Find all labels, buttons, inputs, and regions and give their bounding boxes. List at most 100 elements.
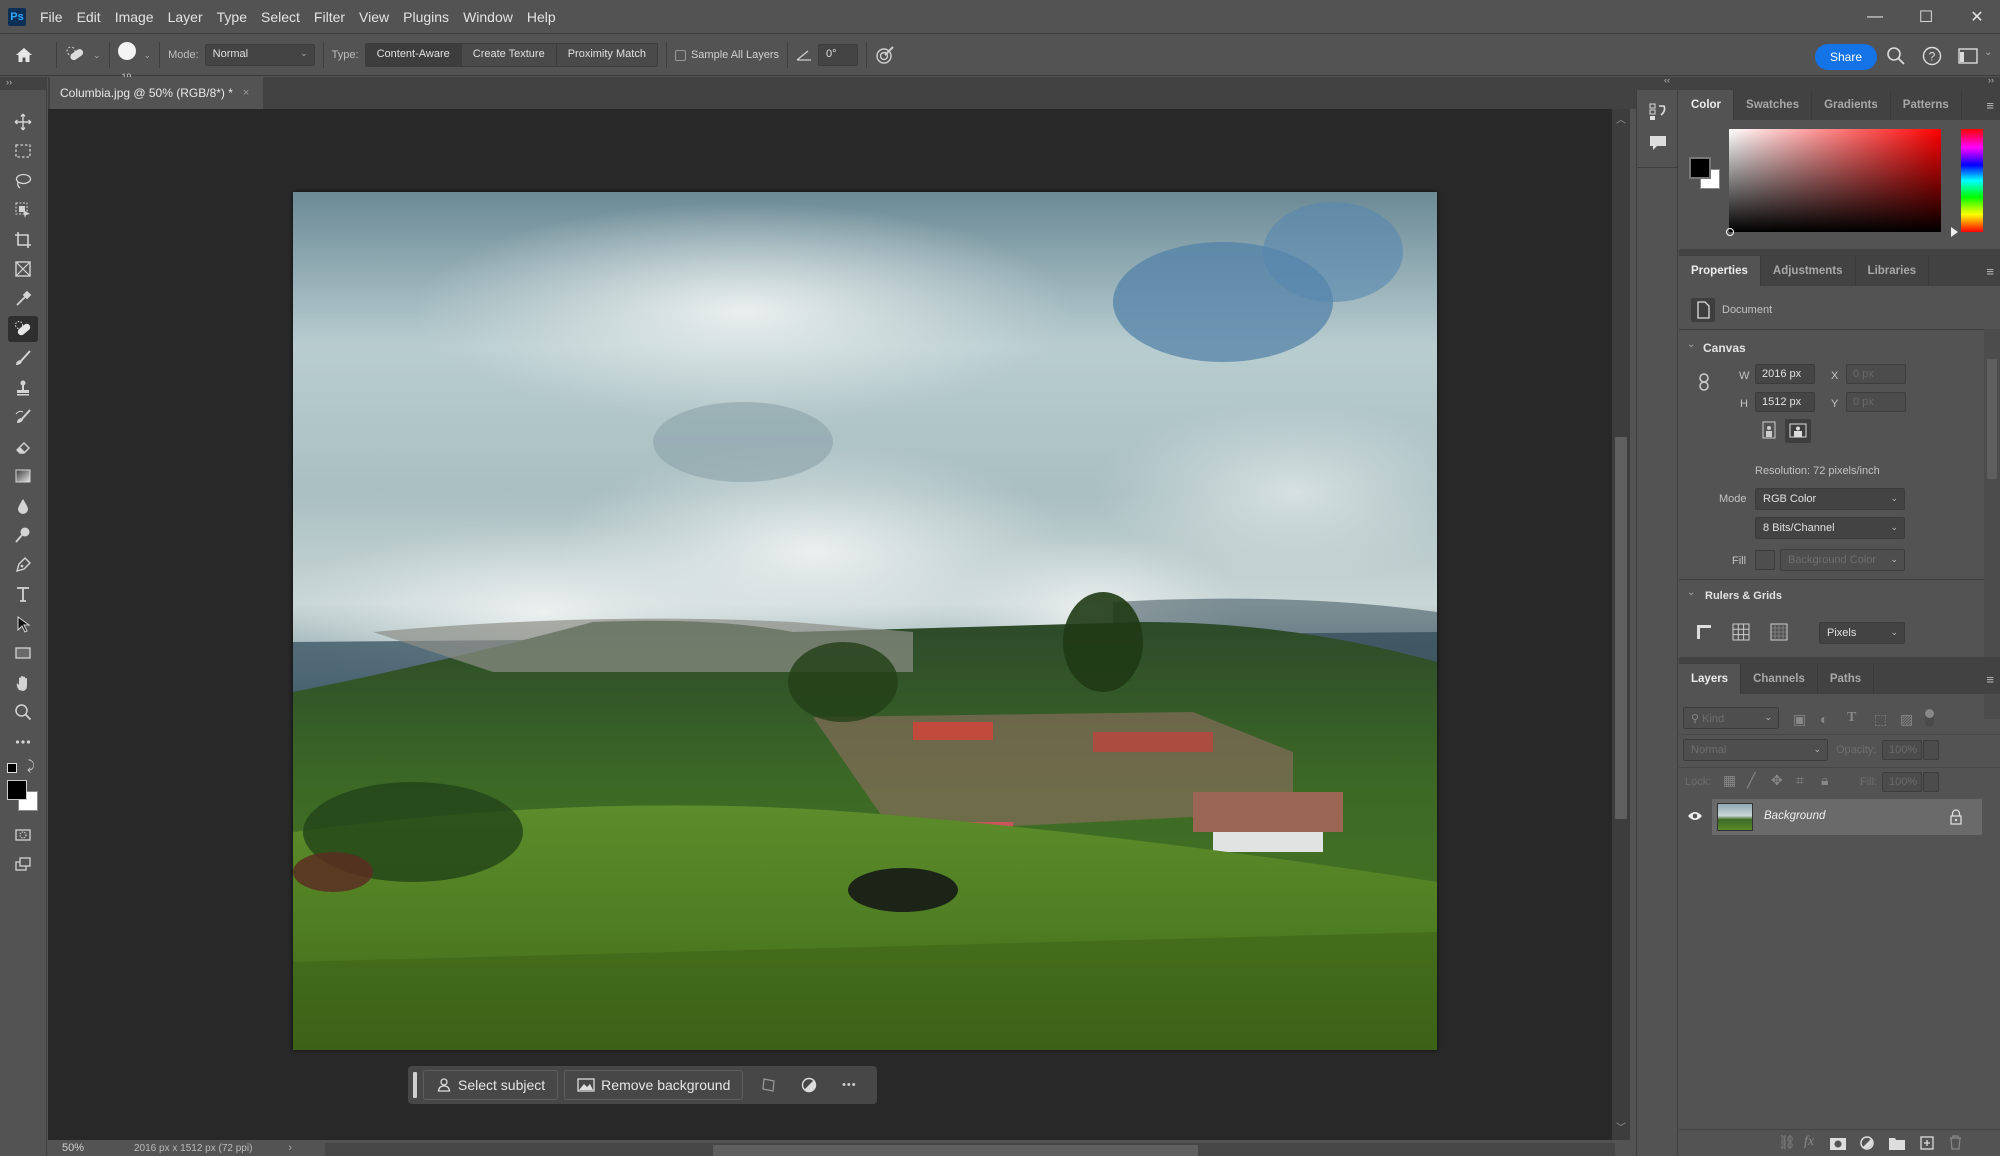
landscape-orientation-button[interactable]: [1785, 419, 1811, 443]
default-colors-icon[interactable]: [7, 763, 17, 773]
maximize-button[interactable]: ☐: [1903, 0, 1949, 34]
remove-background-button[interactable]: Remove background: [564, 1070, 744, 1100]
chevron-down-icon[interactable]: ⌄: [1687, 339, 1695, 350]
tool-edit-toolbar[interactable]: [8, 729, 38, 755]
panel-menu-icon[interactable]: ≡: [1986, 264, 1994, 279]
tool-gradient[interactable]: [8, 463, 38, 489]
tool-hand[interactable]: [8, 670, 38, 696]
tool-brush[interactable]: [8, 345, 38, 371]
menu-file[interactable]: File: [40, 9, 63, 25]
menu-layer[interactable]: Layer: [168, 9, 203, 25]
expand-toolbar-icon[interactable]: ››: [0, 77, 47, 90]
home-button[interactable]: [0, 47, 48, 63]
chevron-down-icon[interactable]: ⌄: [1984, 47, 1992, 58]
panel-menu-icon[interactable]: ≡: [1986, 672, 1994, 687]
menu-view[interactable]: View: [359, 9, 389, 25]
tool-eyedropper[interactable]: [8, 286, 38, 312]
vertical-scroll-thumb[interactable]: [1615, 437, 1627, 819]
adjustment-button[interactable]: [789, 1070, 829, 1100]
new-adjustment-layer-icon[interactable]: [1860, 1136, 1874, 1150]
tool-frame[interactable]: [8, 256, 38, 282]
help-icon[interactable]: ?: [1922, 46, 1942, 66]
pixel-grid-icon[interactable]: [1770, 623, 1788, 641]
collapse-panels-icon[interactable]: ››: [1988, 75, 1994, 85]
tab-adjustments[interactable]: Adjustments: [1761, 256, 1856, 286]
tool-object-selection[interactable]: [8, 197, 38, 223]
workspace-icon[interactable]: [1958, 47, 1978, 65]
taskbar-drag-handle[interactable]: [413, 1072, 417, 1098]
hue-slider[interactable]: [1961, 129, 1983, 232]
tab-swatches[interactable]: Swatches: [1734, 90, 1813, 120]
scroll-up-icon[interactable]: ︿: [1616, 111, 1626, 126]
tab-libraries[interactable]: Libraries: [1856, 256, 1930, 286]
menu-image[interactable]: Image: [115, 9, 154, 25]
tool-zoom[interactable]: [8, 699, 38, 725]
scroll-down-icon[interactable]: ﹀: [1616, 1119, 1626, 1134]
vertical-scrollbar[interactable]: ︿ ﹀: [1612, 109, 1630, 1140]
ruler-units-select[interactable]: Pixels ⌄: [1819, 622, 1905, 644]
tab-gradients[interactable]: Gradients: [1812, 90, 1891, 120]
layer-row[interactable]: Background: [1712, 799, 1982, 835]
collapse-dock-icon[interactable]: ‹‹: [1636, 75, 1679, 90]
tool-rectangle[interactable]: [8, 640, 38, 666]
add-mask-icon[interactable]: [1830, 1138, 1846, 1150]
brush-picker[interactable]: 19 ⌄: [117, 42, 151, 82]
angle-input[interactable]: 0°: [818, 44, 858, 66]
horizontal-scroll-thumb[interactable]: [713, 1145, 1198, 1156]
panel-menu-icon[interactable]: ≡: [1986, 98, 1994, 113]
zoom-level[interactable]: 50%: [62, 1142, 114, 1154]
canvas-area[interactable]: [48, 109, 1612, 1140]
more-options-button[interactable]: •••: [829, 1070, 869, 1100]
color-mode-select[interactable]: RGB Color ⌄: [1755, 488, 1905, 510]
menu-plugins[interactable]: Plugins: [403, 9, 449, 25]
foreground-color-swatch[interactable]: [7, 780, 27, 800]
portrait-orientation-button[interactable]: [1759, 420, 1779, 440]
rulers-grids-section-title[interactable]: Rulers & Grids: [1705, 590, 1782, 602]
tool-dodge[interactable]: [8, 522, 38, 548]
new-group-folder-icon[interactable]: [1889, 1137, 1905, 1150]
tool-move[interactable]: [8, 109, 38, 135]
layer-style-fx-icon[interactable]: fx: [1804, 1134, 1814, 1150]
menu-select[interactable]: Select: [261, 9, 300, 25]
close-button[interactable]: ✕: [1954, 0, 2000, 34]
history-icon[interactable]: [1648, 102, 1668, 122]
horizontal-scrollbar[interactable]: [325, 1143, 1615, 1156]
type-content-aware-button[interactable]: Content-Aware: [365, 44, 462, 66]
share-button[interactable]: Share: [1815, 44, 1877, 70]
tool-pen[interactable]: [8, 552, 38, 578]
quick-mask-button[interactable]: [8, 822, 38, 848]
color-foreground-swatch[interactable]: [1689, 157, 1711, 179]
tool-spot-healing-brush[interactable]: [8, 316, 38, 342]
tool-path-selection[interactable]: [8, 611, 38, 637]
status-arrow-icon[interactable]: ›: [288, 1142, 292, 1154]
screen-mode-button[interactable]: [8, 851, 38, 877]
canvas-width-input[interactable]: 2016 px: [1755, 364, 1815, 384]
menu-edit[interactable]: Edit: [77, 9, 101, 25]
grid-icon[interactable]: [1732, 623, 1750, 641]
canvas-section-title[interactable]: Canvas: [1703, 341, 1746, 355]
menu-window[interactable]: Window: [463, 9, 513, 25]
canvas-height-input[interactable]: 1512 px: [1755, 392, 1815, 412]
tool-history-brush[interactable]: [8, 404, 38, 430]
search-icon[interactable]: [1886, 46, 1906, 66]
link-icon[interactable]: [1699, 373, 1709, 391]
type-proximity-match-button[interactable]: Proximity Match: [556, 44, 657, 66]
tool-clone-stamp[interactable]: [8, 375, 38, 401]
tool-preset-picker[interactable]: ⌄: [65, 46, 101, 64]
document-tab[interactable]: Columbia.jpg @ 50% (RGB/8*) * ×: [50, 77, 264, 109]
properties-scroll-thumb[interactable]: [1987, 359, 1997, 479]
bit-depth-select[interactable]: 8 Bits/Channel ⌄: [1755, 517, 1905, 539]
tool-crop[interactable]: [8, 227, 38, 253]
tool-type[interactable]: [8, 581, 38, 607]
delete-layer-icon[interactable]: [1949, 1135, 1962, 1150]
color-picker-cursor[interactable]: [1726, 228, 1734, 236]
link-layers-icon[interactable]: ⛓︎: [1778, 1134, 1796, 1151]
visibility-eye-icon[interactable]: [1687, 810, 1703, 822]
minimize-button[interactable]: —: [1852, 0, 1898, 34]
type-create-texture-button[interactable]: Create Texture: [461, 44, 557, 66]
swap-colors-icon[interactable]: ⤸: [27, 758, 35, 774]
tool-rectangular-marquee[interactable]: [8, 138, 38, 164]
tab-paths[interactable]: Paths: [1818, 664, 1875, 694]
tab-channels[interactable]: Channels: [1741, 664, 1818, 694]
layer-lock-icon[interactable]: [1949, 809, 1963, 825]
